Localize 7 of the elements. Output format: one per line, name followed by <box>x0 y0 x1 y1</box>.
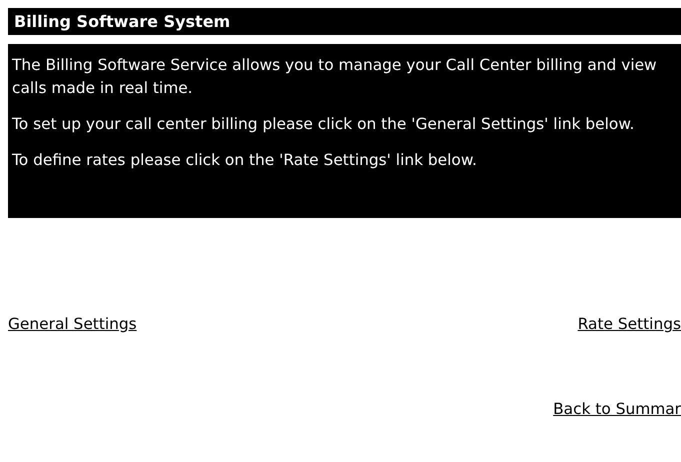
info-paragraph: The Billing Software Service allows you to manage your Call Center billing and view calls made in real time. <box>12 55 658 99</box>
page-title: Billing Software System <box>8 8 681 35</box>
info-paragraph: To set up your call center billing please click on the 'General Settings' link below. <box>12 114 636 135</box>
info-paragraph: To define rates please click on the 'Rate Settings' link below. <box>12 150 478 171</box>
summary-link[interactable]: Back to Summar <box>553 400 681 418</box>
settings-link[interactable]: Rate Settings <box>578 315 681 333</box>
settings-link[interactable]: General Settings <box>8 315 137 333</box>
